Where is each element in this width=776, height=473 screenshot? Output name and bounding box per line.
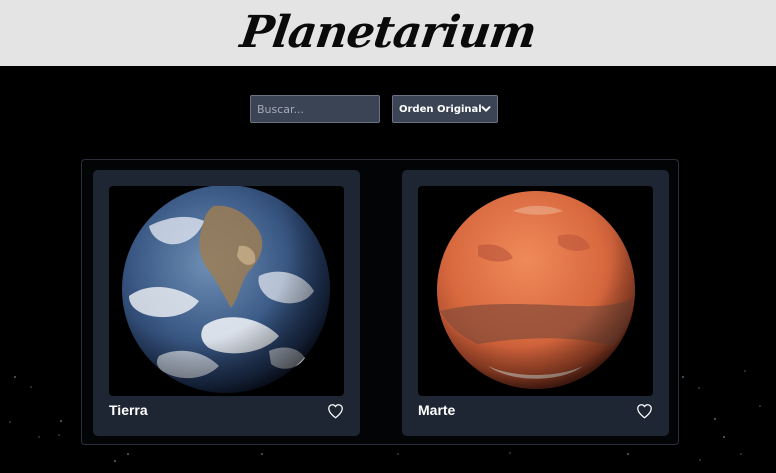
- order-select[interactable]: Orden Original: [392, 95, 498, 123]
- planet-image: [109, 186, 344, 396]
- planet-card[interactable]: Tierra: [93, 170, 360, 436]
- chevron-down-icon: [481, 106, 491, 112]
- app-logo: Planetarium: [237, 7, 539, 58]
- order-select-value: Orden Original: [399, 103, 482, 115]
- search-input[interactable]: [250, 95, 380, 123]
- top-header: Planetarium: [0, 0, 776, 66]
- planet-card[interactable]: Marte: [402, 170, 669, 436]
- heart-outline-icon[interactable]: [636, 403, 653, 419]
- planet-name: Tierra: [109, 402, 148, 418]
- planet-image: [418, 186, 653, 396]
- heart-outline-icon[interactable]: [327, 403, 344, 419]
- planet-name: Marte: [418, 402, 456, 418]
